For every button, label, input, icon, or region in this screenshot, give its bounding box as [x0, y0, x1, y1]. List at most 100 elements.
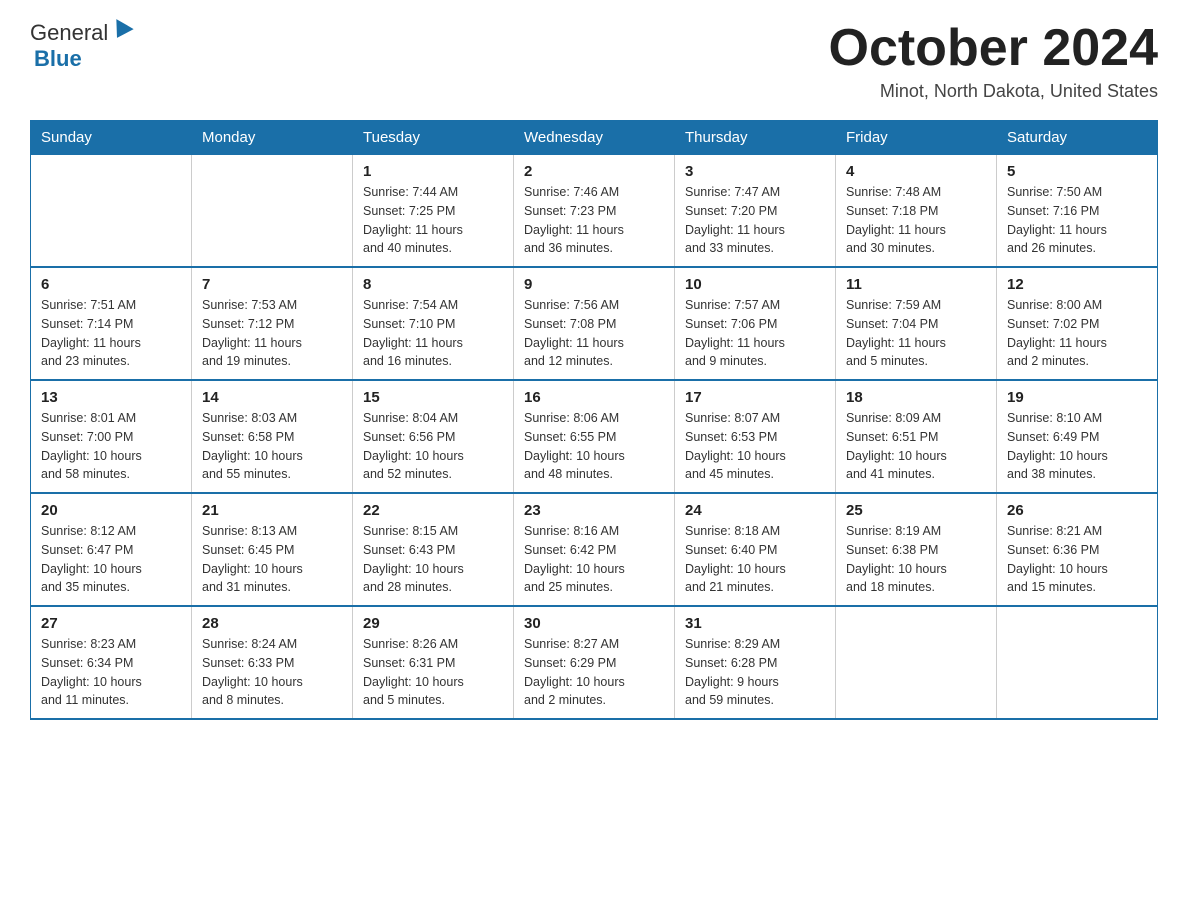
header-friday: Friday	[836, 121, 997, 155]
location-title: Minot, North Dakota, United States	[829, 81, 1159, 102]
calendar-cell: 14 Sunrise: 8:03 AM Sunset: 6:58 PM Dayli…	[192, 380, 353, 493]
day-number: 3	[685, 163, 825, 180]
day-info: Sunrise: 8:01 AM Sunset: 7:00 PM Dayligh…	[41, 409, 181, 484]
calendar-cell: 21Sunrise: 8:13 AM Sunset: 6:45 PM Dayli…	[192, 493, 353, 606]
day-info: Sunrise: 8:10 AM Sunset: 6:49 PM Dayligh…	[1007, 409, 1147, 484]
calendar-cell: 12Sunrise: 8:00 AM Sunset: 7:02 PM Dayli…	[997, 267, 1158, 380]
calendar-cell: 4Sunrise: 7:48 AM Sunset: 7:18 PM Daylig…	[836, 155, 997, 268]
day-info: Sunrise: 8:21 AM Sunset: 6:36 PM Dayligh…	[1007, 522, 1147, 597]
day-info: Sunrise: 8:18 AM Sunset: 6:40 PM Dayligh…	[685, 522, 825, 597]
calendar-cell: 2 Sunrise: 7:46 AM Sunset: 7:23 PM Daylig…	[514, 155, 675, 268]
calendar-cell: 30 Sunrise: 8:27 AM Sunset: 6:29 PM Dayli…	[514, 606, 675, 719]
day-number: 6	[41, 276, 181, 293]
header-wednesday: Wednesday	[514, 121, 675, 155]
day-info: Sunrise: 7:57 AM Sunset: 7:06 PM Dayligh…	[685, 296, 825, 371]
day-number: 5	[1007, 163, 1147, 180]
day-number: 18	[846, 389, 986, 406]
day-number: 20	[41, 502, 181, 519]
calendar-cell: 18Sunrise: 8:09 AM Sunset: 6:51 PM Dayli…	[836, 380, 997, 493]
day-number: 17	[685, 389, 825, 406]
logo-triangle-icon	[109, 19, 134, 43]
day-number: 2	[524, 163, 664, 180]
logo: General Blue	[30, 20, 131, 72]
day-number: 26	[1007, 502, 1147, 519]
calendar-cell: 28 Sunrise: 8:24 AM Sunset: 6:33 PM Dayli…	[192, 606, 353, 719]
day-info: Sunrise: 8:24 AM Sunset: 6:33 PM Dayligh…	[202, 635, 342, 710]
day-number: 15	[363, 389, 503, 406]
week-row-1: 6 Sunrise: 7:51 AM Sunset: 7:14 PM Daylig…	[31, 267, 1158, 380]
calendar-cell: 3 Sunrise: 7:47 AM Sunset: 7:20 PM Daylig…	[675, 155, 836, 268]
day-number: 27	[41, 615, 181, 632]
header-saturday: Saturday	[997, 121, 1158, 155]
calendar-cell: 10 Sunrise: 7:57 AM Sunset: 7:06 PM Dayli…	[675, 267, 836, 380]
day-info: Sunrise: 7:56 AM Sunset: 7:08 PM Dayligh…	[524, 296, 664, 371]
day-info: Sunrise: 8:16 AM Sunset: 6:42 PM Dayligh…	[524, 522, 664, 597]
calendar-cell: 31Sunrise: 8:29 AM Sunset: 6:28 PM Dayli…	[675, 606, 836, 719]
header-row: SundayMondayTuesdayWednesdayThursdayFrid…	[31, 121, 1158, 155]
day-number: 30	[524, 615, 664, 632]
day-info: Sunrise: 7:53 AM Sunset: 7:12 PM Dayligh…	[202, 296, 342, 371]
calendar-cell: 26 Sunrise: 8:21 AM Sunset: 6:36 PM Dayli…	[997, 493, 1158, 606]
calendar-header: SundayMondayTuesdayWednesdayThursdayFrid…	[31, 121, 1158, 155]
calendar-cell: 22 Sunrise: 8:15 AM Sunset: 6:43 PM Dayli…	[353, 493, 514, 606]
calendar-cell	[836, 606, 997, 719]
day-info: Sunrise: 8:07 AM Sunset: 6:53 PM Dayligh…	[685, 409, 825, 484]
calendar-cell: 11Sunrise: 7:59 AM Sunset: 7:04 PM Dayli…	[836, 267, 997, 380]
header-monday: Monday	[192, 121, 353, 155]
day-number: 21	[202, 502, 342, 519]
day-info: Sunrise: 7:51 AM Sunset: 7:14 PM Dayligh…	[41, 296, 181, 371]
calendar-cell: 9 Sunrise: 7:56 AM Sunset: 7:08 PM Daylig…	[514, 267, 675, 380]
day-info: Sunrise: 8:26 AM Sunset: 6:31 PM Dayligh…	[363, 635, 503, 710]
day-number: 29	[363, 615, 503, 632]
day-number: 10	[685, 276, 825, 293]
day-number: 23	[524, 502, 664, 519]
calendar-cell: 27 Sunrise: 8:23 AM Sunset: 6:34 PM Dayli…	[31, 606, 192, 719]
header-sunday: Sunday	[31, 121, 192, 155]
calendar-cell: 6 Sunrise: 7:51 AM Sunset: 7:14 PM Daylig…	[31, 267, 192, 380]
week-row-3: 20 Sunrise: 8:12 AM Sunset: 6:47 PM Dayli…	[31, 493, 1158, 606]
day-number: 31	[685, 615, 825, 632]
calendar-cell: 15 Sunrise: 8:04 AM Sunset: 6:56 PM Dayli…	[353, 380, 514, 493]
day-info: Sunrise: 8:27 AM Sunset: 6:29 PM Dayligh…	[524, 635, 664, 710]
week-row-2: 13 Sunrise: 8:01 AM Sunset: 7:00 PM Dayli…	[31, 380, 1158, 493]
calendar-cell	[997, 606, 1158, 719]
day-info: Sunrise: 8:00 AM Sunset: 7:02 PM Dayligh…	[1007, 296, 1147, 371]
calendar-cell: 13 Sunrise: 8:01 AM Sunset: 7:00 PM Dayli…	[31, 380, 192, 493]
page-header: General Blue October 2024 Minot, North D…	[30, 20, 1158, 102]
day-info: Sunrise: 7:50 AM Sunset: 7:16 PM Dayligh…	[1007, 183, 1147, 258]
day-info: Sunrise: 8:19 AM Sunset: 6:38 PM Dayligh…	[846, 522, 986, 597]
month-title: October 2024	[829, 20, 1159, 77]
calendar-table: SundayMondayTuesdayWednesdayThursdayFrid…	[30, 120, 1158, 720]
calendar-cell: 29 Sunrise: 8:26 AM Sunset: 6:31 PM Dayli…	[353, 606, 514, 719]
calendar-cell	[192, 155, 353, 268]
day-number: 13	[41, 389, 181, 406]
day-info: Sunrise: 8:03 AM Sunset: 6:58 PM Dayligh…	[202, 409, 342, 484]
calendar-cell: 5 Sunrise: 7:50 AM Sunset: 7:16 PM Daylig…	[997, 155, 1158, 268]
day-number: 25	[846, 502, 986, 519]
day-info: Sunrise: 8:06 AM Sunset: 6:55 PM Dayligh…	[524, 409, 664, 484]
day-info: Sunrise: 7:46 AM Sunset: 7:23 PM Dayligh…	[524, 183, 664, 258]
day-info: Sunrise: 7:48 AM Sunset: 7:18 PM Dayligh…	[846, 183, 986, 258]
day-info: Sunrise: 8:04 AM Sunset: 6:56 PM Dayligh…	[363, 409, 503, 484]
header-thursday: Thursday	[675, 121, 836, 155]
day-info: Sunrise: 7:59 AM Sunset: 7:04 PM Dayligh…	[846, 296, 986, 371]
day-number: 24	[685, 502, 825, 519]
day-info: Sunrise: 8:12 AM Sunset: 6:47 PM Dayligh…	[41, 522, 181, 597]
day-info: Sunrise: 7:44 AM Sunset: 7:25 PM Dayligh…	[363, 183, 503, 258]
day-number: 28	[202, 615, 342, 632]
day-number: 14	[202, 389, 342, 406]
day-info: Sunrise: 8:23 AM Sunset: 6:34 PM Dayligh…	[41, 635, 181, 710]
day-number: 9	[524, 276, 664, 293]
day-number: 16	[524, 389, 664, 406]
calendar-cell: 17 Sunrise: 8:07 AM Sunset: 6:53 PM Dayli…	[675, 380, 836, 493]
day-info: Sunrise: 7:47 AM Sunset: 7:20 PM Dayligh…	[685, 183, 825, 258]
day-number: 19	[1007, 389, 1147, 406]
day-number: 22	[363, 502, 503, 519]
calendar-cell: 7Sunrise: 7:53 AM Sunset: 7:12 PM Daylig…	[192, 267, 353, 380]
day-info: Sunrise: 8:15 AM Sunset: 6:43 PM Dayligh…	[363, 522, 503, 597]
calendar-body: 1 Sunrise: 7:44 AM Sunset: 7:25 PM Daylig…	[31, 155, 1158, 720]
calendar-cell: 19 Sunrise: 8:10 AM Sunset: 6:49 PM Dayli…	[997, 380, 1158, 493]
calendar-cell: 23 Sunrise: 8:16 AM Sunset: 6:42 PM Dayli…	[514, 493, 675, 606]
week-row-4: 27 Sunrise: 8:23 AM Sunset: 6:34 PM Dayli…	[31, 606, 1158, 719]
day-number: 1	[363, 163, 503, 180]
